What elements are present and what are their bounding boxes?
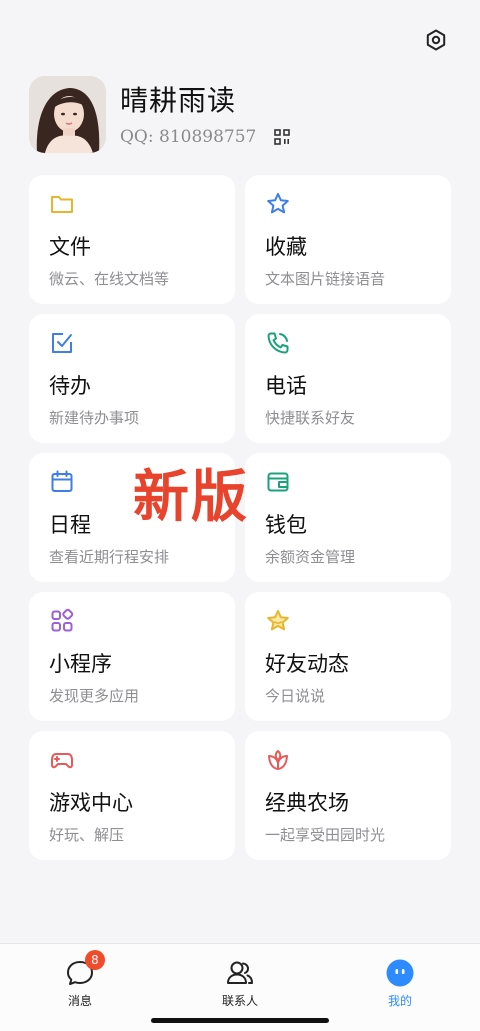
gamepad-icon (51, 753, 73, 769)
card-subtitle: 新建待办事项 (49, 409, 140, 427)
status-bar (0, 0, 480, 20)
tab-label: 联系人 (221, 994, 258, 1008)
home-indicator[interactable] (151, 1018, 329, 1023)
unread-badge: 8 (85, 950, 105, 970)
calendar-icon (51, 470, 73, 492)
contacts-icon (227, 961, 253, 984)
card-subtitle: 微云、在线文档等 (49, 270, 170, 288)
friends-star-icon (267, 610, 289, 631)
me-icon (386, 959, 414, 987)
card-title: 经典农场 (265, 791, 349, 815)
nickname: 晴耕雨读 (120, 83, 237, 117)
qr-code-icon[interactable] (274, 128, 291, 145)
card-title: 文件 (49, 235, 91, 259)
settings-icon (426, 29, 446, 51)
card-mini-programs[interactable]: 小程序 发现更多应用 (29, 592, 235, 721)
card-title: 游戏中心 (49, 791, 133, 815)
card-game-center[interactable]: 游戏中心 好玩、解压 (29, 731, 235, 860)
new-version-watermark: 新版 (133, 465, 249, 530)
tab-me[interactable]: 我的 (340, 944, 460, 1031)
settings-button[interactable] (422, 26, 450, 54)
card-subtitle: 余额资金管理 (265, 548, 356, 566)
card-phone[interactable]: 电话 快捷联系好友 (245, 314, 451, 443)
card-subtitle: 查看近期行程安排 (49, 548, 170, 566)
card-farm[interactable]: 经典农场 一起享受田园时光 (245, 731, 451, 860)
phone-icon (267, 332, 289, 354)
star-icon (267, 193, 289, 214)
card-title: 钱包 (265, 513, 307, 537)
profile-header[interactable]: 晴耕雨读 QQ: 810898757 (29, 76, 291, 153)
card-title: 收藏 (265, 235, 307, 259)
farm-icon (268, 750, 288, 770)
card-title: 小程序 (49, 652, 112, 676)
qq-number: QQ: 810898757 (120, 126, 257, 147)
card-subtitle: 快捷联系好友 (265, 409, 356, 427)
todo-icon (52, 333, 72, 353)
avatar[interactable] (29, 76, 106, 153)
folder-icon (51, 196, 73, 213)
tab-messages[interactable]: 8 消息 (20, 944, 140, 1031)
card-favorites[interactable]: 收藏 文本图片链接语音 (245, 175, 451, 304)
miniapp-icon (51, 608, 74, 632)
card-subtitle: 一起享受田园时光 (265, 826, 386, 844)
card-subtitle: 好玩、解压 (49, 826, 125, 844)
card-title: 好友动态 (265, 652, 349, 676)
card-wallet[interactable]: 钱包 余额资金管理 (245, 453, 451, 582)
tab-label: 消息 (67, 994, 92, 1008)
card-friend-feed[interactable]: 好友动态 今日说说 (245, 592, 451, 721)
card-subtitle: 发现更多应用 (49, 687, 140, 705)
card-subtitle: 今日说说 (265, 687, 326, 705)
card-files[interactable]: 文件 微云、在线文档等 (29, 175, 235, 304)
card-title: 待办 (49, 374, 91, 398)
card-todo[interactable]: 待办 新建待办事项 (29, 314, 235, 443)
wallet-icon (267, 472, 289, 492)
tab-label: 我的 (387, 994, 412, 1008)
card-subtitle: 文本图片链接语音 (265, 270, 386, 288)
card-title: 电话 (265, 374, 307, 398)
avatar-image (29, 76, 106, 153)
